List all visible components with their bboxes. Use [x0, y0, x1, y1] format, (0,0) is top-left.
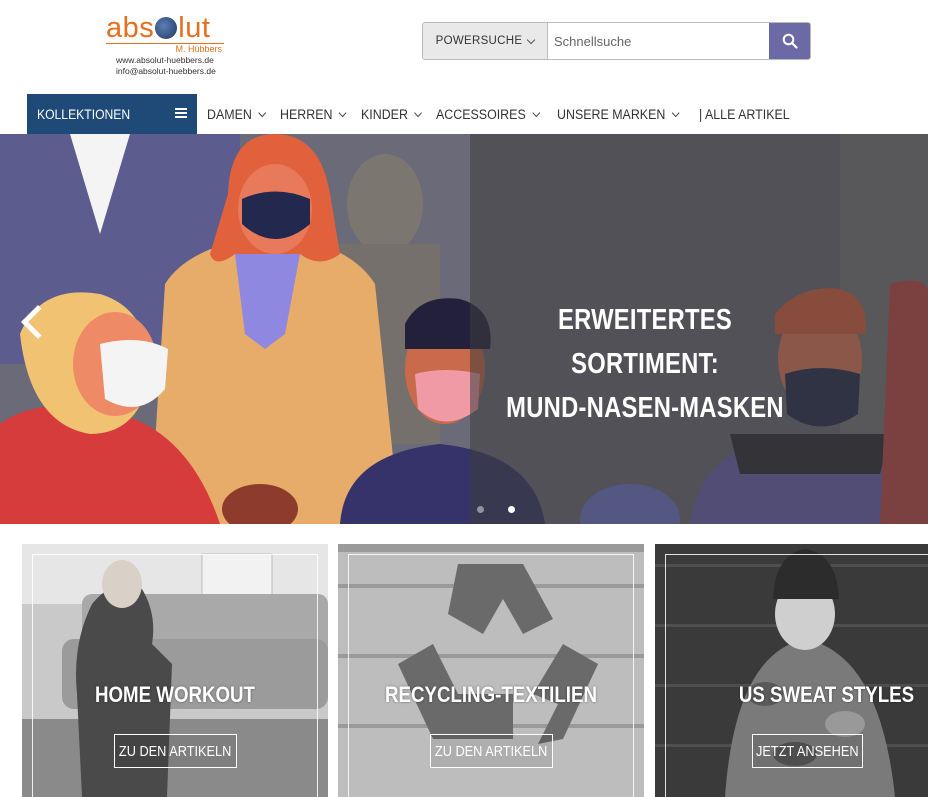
tile-title: RECYCLING-TEXTILIEN [385, 682, 597, 707]
logo-owner: M. Hübbers [175, 44, 222, 54]
nav-label: | ALLE ARTIKEL [699, 106, 790, 122]
hero-headline-line2: MUND-NASEN-MASKEN [506, 392, 784, 424]
promo-tile-home-workout[interactable]: HOME WORKOUT ZU DEN ARTIKELN [22, 544, 328, 797]
nav-label: HERREN [279, 106, 333, 122]
chevron-down-icon [671, 108, 680, 117]
search-bar: POWERSUCHE [422, 22, 811, 60]
kollektionen-label: KOLLEKTIONEN [37, 106, 131, 122]
nav-label: ACCESSOIRES [435, 106, 526, 122]
kollektionen-menu-button[interactable]: KOLLEKTIONEN [27, 94, 197, 134]
slider-dot-1[interactable] [477, 506, 484, 513]
powersuche-label: POWERSUCHE [435, 35, 523, 47]
slider-dot-2[interactable] [508, 506, 515, 513]
chevron-down-icon [258, 108, 266, 117]
chevron-down-icon [527, 35, 536, 44]
hero-headline: ERWEITERTES SORTIMENT: MUND-NASEN-MASKEN [493, 298, 796, 430]
nav-item-kinder[interactable]: KINDER [360, 106, 422, 122]
chevron-down-icon [338, 108, 347, 117]
chevron-down-icon [413, 108, 422, 117]
search-input[interactable] [548, 23, 769, 59]
nav-label: KINDER [360, 106, 408, 122]
promo-tile-us-sweat[interactable]: US SWEAT STYLES JETZT ANSEHEN [655, 544, 928, 797]
nav-item-herren[interactable]: HERREN [279, 106, 347, 122]
slider-dots [477, 506, 515, 513]
logo-email: info@absolut-huebbers.de [116, 66, 216, 76]
tile-title: HOME WORKOUT [95, 682, 255, 707]
nav-item-accessoires[interactable]: ACCESSOIRES [435, 106, 540, 122]
powersuche-dropdown[interactable]: POWERSUCHE [423, 23, 548, 59]
tile-button-us-sweat[interactable]: JETZT ANSEHEN [752, 734, 863, 768]
logo-wordmark: abs lut [106, 12, 211, 44]
tile-button-recycling[interactable]: ZU DEN ARTIKELN [430, 734, 553, 768]
hero-slider: ERWEITERTES SORTIMENT: MUND-NASEN-MASKEN [0, 134, 928, 524]
hamburger-icon [175, 108, 187, 118]
chevron-down-icon [531, 108, 540, 117]
tile-button-label: ZU DEN ARTIKELN [435, 742, 548, 760]
main-navigation: KOLLEKTIONEN DAMEN HERREN KINDER ACCESSO… [0, 94, 928, 134]
top-menu: DAMEN HERREN KINDER ACCESSOIRES UNSERE M… [207, 94, 808, 134]
nav-label: UNSERE MARKEN [557, 106, 666, 122]
tile-button-home-workout[interactable]: ZU DEN ARTIKELN [114, 734, 237, 768]
search-icon [782, 33, 798, 49]
logo-website: www.absolut-huebbers.de [116, 55, 214, 65]
search-button[interactable] [769, 23, 810, 59]
nav-item-unsere-marken[interactable]: UNSERE MARKEN [557, 106, 680, 122]
globe-icon [155, 17, 178, 39]
tile-title: US SWEAT STYLES [738, 682, 915, 707]
nav-item-alle-artikel[interactable]: | ALLE ARTIKEL [699, 107, 790, 122]
promo-tile-recycling[interactable]: RECYCLING-TEXTILIEN ZU DEN ARTIKELN [338, 544, 644, 797]
site-logo[interactable]: abs lut M. Hübbers www.absolut-huebbers.d… [106, 12, 228, 78]
nav-label: DAMEN [207, 106, 252, 122]
tile-button-label: ZU DEN ARTIKELN [119, 742, 232, 760]
page: abs lut M. Hübbers www.absolut-huebbers.d… [0, 0, 928, 797]
hero-headline-line1: ERWEITERTES SORTIMENT: [557, 304, 733, 380]
nav-item-damen[interactable]: DAMEN [207, 106, 266, 122]
tile-button-label: JETZT ANSEHEN [756, 742, 859, 760]
